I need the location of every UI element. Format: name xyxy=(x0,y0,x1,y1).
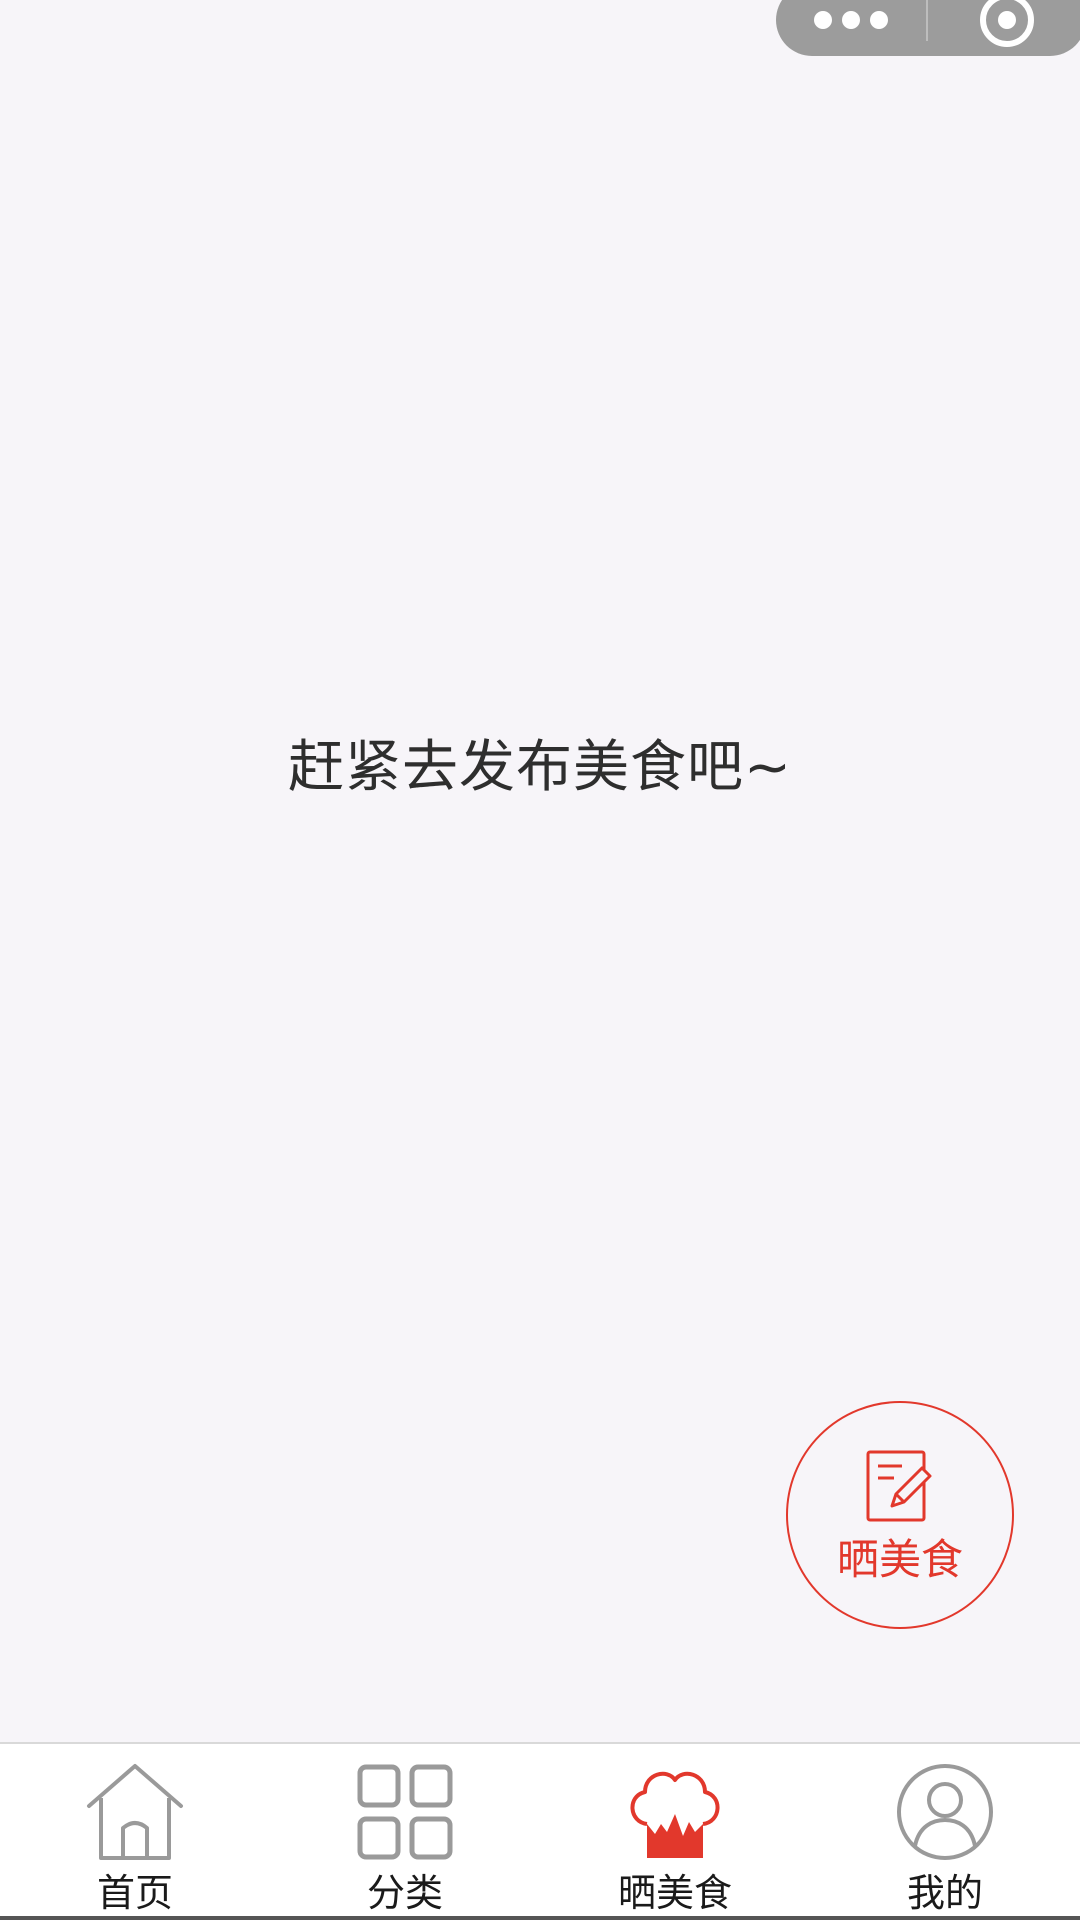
tab-share-food-label: 晒美食 xyxy=(617,1871,732,1915)
more-button[interactable] xyxy=(776,0,926,56)
tab-mine[interactable]: 我的 xyxy=(810,1744,1080,1920)
share-food-page: 赶紧去发布美食吧~ 晒美食 首页 分类 晒美食 我的 xyxy=(0,0,1080,1920)
edit-note-icon xyxy=(866,1450,932,1521)
grid-icon xyxy=(357,1764,453,1860)
post-food-label: 晒美食 xyxy=(836,1534,963,1584)
user-icon xyxy=(897,1764,993,1860)
close-miniprogram-button[interactable] xyxy=(928,0,1080,56)
chef-hat-icon xyxy=(630,1771,720,1858)
miniprogram-capsule xyxy=(776,0,1080,56)
post-food-button[interactable]: 晒美食 xyxy=(786,1401,1014,1629)
tab-home-label: 首页 xyxy=(96,1871,173,1915)
empty-state-message: 赶紧去发布美食吧~ xyxy=(288,735,792,800)
tab-category[interactable]: 分类 xyxy=(270,1744,540,1920)
tab-mine-label: 我的 xyxy=(906,1871,983,1915)
tab-category-label: 分类 xyxy=(366,1871,443,1915)
home-icon xyxy=(87,1764,183,1860)
target-close-icon xyxy=(980,0,1034,47)
tabbar-bottom-border xyxy=(0,1916,1080,1920)
more-dots-icon xyxy=(814,11,888,29)
tab-home[interactable]: 首页 xyxy=(0,1744,270,1920)
tab-share-food[interactable]: 晒美食 xyxy=(540,1744,810,1920)
bottom-tab-bar: 首页 分类 晒美食 我的 xyxy=(0,1742,1080,1920)
